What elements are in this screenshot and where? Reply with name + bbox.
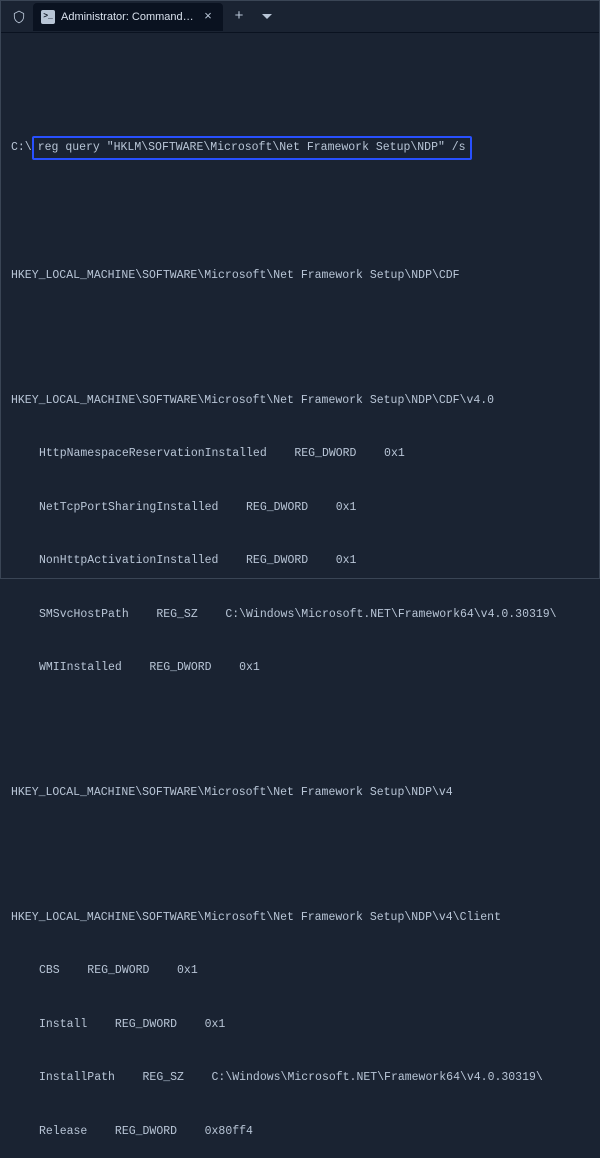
shield-icon	[11, 9, 27, 25]
tab-title: Administrator: Command Promp	[61, 11, 195, 23]
reg-value: CBS REG_DWORD 0x1	[11, 962, 589, 980]
reg-value: Release REG_DWORD 0x80ff4	[11, 1123, 589, 1141]
command-highlight: reg query "HKLM\SOFTWARE\Microsoft\Net F…	[32, 136, 472, 160]
reg-key: HKEY_LOCAL_MACHINE\SOFTWARE\Microsoft\Ne…	[11, 784, 589, 802]
close-icon[interactable]: ×	[201, 10, 215, 24]
chevron-down-icon	[262, 14, 272, 20]
reg-value: SMSvcHostPath REG_SZ C:\Windows\Microsof…	[11, 606, 589, 624]
tab-active[interactable]: >_ Administrator: Command Promp ×	[33, 3, 223, 31]
reg-value: NonHttpActivationInstalled REG_DWORD 0x1	[11, 552, 589, 570]
reg-value: WMIInstalled REG_DWORD 0x1	[11, 659, 589, 677]
new-tab-button[interactable]: +	[225, 3, 253, 31]
reg-value: NetTcpPortSharingInstalled REG_DWORD 0x1	[11, 499, 589, 517]
command-text: reg query "HKLM\SOFTWARE\Microsoft\Net F…	[38, 141, 466, 154]
tab-dropdown-button[interactable]	[253, 3, 281, 31]
cmd-icon: >_	[41, 10, 55, 24]
command-line: C:\ reg query "HKLM\SOFTWARE\Microsoft\N…	[11, 136, 589, 160]
reg-value: Install REG_DWORD 0x1	[11, 1016, 589, 1034]
window-titlebar: >_ Administrator: Command Promp × +	[1, 1, 599, 33]
reg-key: HKEY_LOCAL_MACHINE\SOFTWARE\Microsoft\Ne…	[11, 909, 589, 927]
prompt: C:\	[11, 139, 32, 157]
reg-key: HKEY_LOCAL_MACHINE\SOFTWARE\Microsoft\Ne…	[11, 392, 589, 410]
terminal-output[interactable]: C:\ reg query "HKLM\SOFTWARE\Microsoft\N…	[1, 33, 599, 1158]
reg-value: InstallPath REG_SZ C:\Windows\Microsoft.…	[11, 1069, 589, 1087]
reg-value: HttpNamespaceReservationInstalled REG_DW…	[11, 445, 589, 463]
reg-key: HKEY_LOCAL_MACHINE\SOFTWARE\Microsoft\Ne…	[11, 267, 589, 285]
